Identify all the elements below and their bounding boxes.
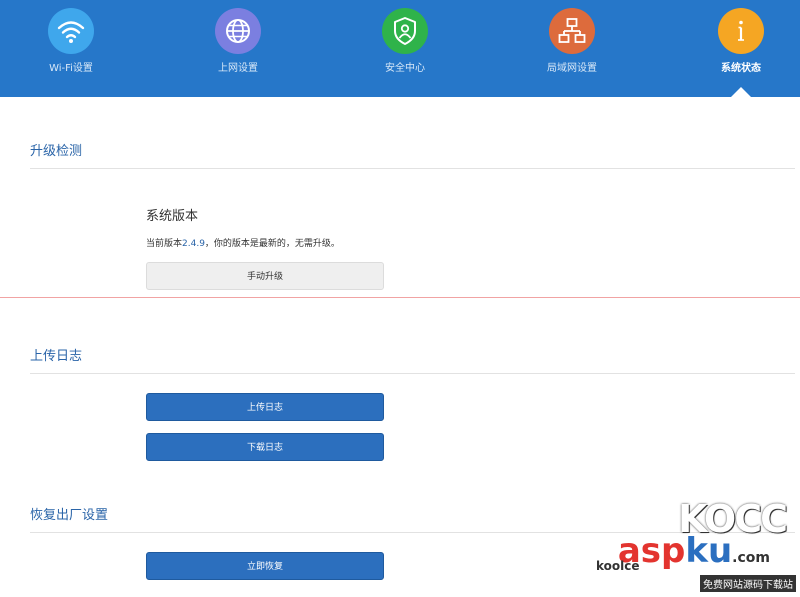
nav-label: 上网设置 [218, 63, 258, 74]
divider [30, 373, 795, 374]
nav-wifi-settings[interactable]: Wi-Fi设置 [11, 0, 131, 97]
watermark-koole: koolce [596, 559, 640, 573]
divider [30, 168, 795, 169]
watermark-ku: ku [685, 531, 733, 571]
nav-system-status[interactable]: 系统状态 [681, 0, 800, 97]
upload-log-button[interactable]: 上传日志 [146, 393, 384, 421]
upgrade-section-title: 升级检测 [30, 144, 83, 159]
info-icon [718, 8, 764, 54]
network-icon [549, 8, 595, 54]
version-suffix: ，你的版本是最新的，无需升级。 [204, 239, 340, 249]
active-tab-pointer [731, 87, 751, 97]
watermark-logo: aspku.com [618, 531, 770, 571]
nav-security-center[interactable]: 安全中心 [345, 0, 465, 97]
logs-section-title: 上传日志 [30, 349, 83, 364]
red-divider [0, 297, 800, 298]
manual-upgrade-button[interactable]: 手动升级 [146, 262, 384, 290]
nav-lan-settings[interactable]: 局域网设置 [512, 0, 632, 97]
shield-icon [382, 8, 428, 54]
nav-label: Wi-Fi设置 [49, 63, 93, 74]
system-version-heading: 系统版本 [146, 209, 199, 224]
watermark-tagline: 免费网站源码下载站 [700, 575, 796, 592]
nav-label: 安全中心 [385, 63, 425, 74]
version-number: 2.4.9 [182, 239, 205, 249]
nav-label: 系统状态 [721, 63, 761, 74]
factory-reset-section-title: 恢复出厂设置 [30, 508, 109, 523]
watermark-domain: .com [732, 550, 770, 566]
site-watermark: KOCC aspku.com koolce 免费网站源码下载站 [590, 497, 800, 597]
version-prefix: 当前版本 [146, 239, 183, 249]
restore-factory-button[interactable]: 立即恢复 [146, 552, 384, 580]
globe-icon [215, 8, 261, 54]
wifi-icon [48, 8, 94, 54]
version-status-text: 当前版本2.4.9，你的版本是最新的，无需升级。 [146, 236, 340, 249]
top-navigation-bar: Wi-Fi设置 上网设置 安全中心 局域网设置 系统状态 [0, 0, 800, 97]
nav-internet-settings[interactable]: 上网设置 [178, 0, 298, 97]
nav-label: 局域网设置 [547, 63, 597, 74]
download-log-button[interactable]: 下载日志 [146, 433, 384, 461]
